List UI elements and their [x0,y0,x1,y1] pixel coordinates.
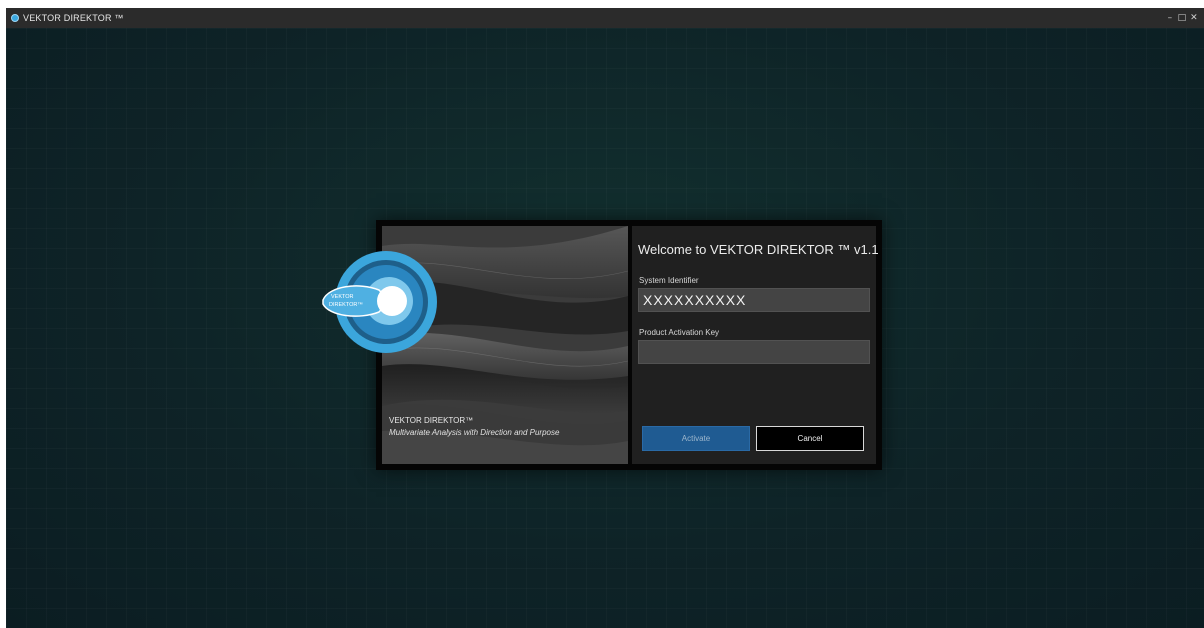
logo-text-line2: DIREKTOR™ [329,302,363,308]
splash-product-name: VEKTOR DIREKTOR™ [389,416,474,425]
window-title: VEKTOR DIREKTOR ™ [23,13,124,23]
product-logo: VEKTOR DIREKTOR™ [319,248,439,356]
logo-text-line1: VEKTOR [331,294,354,300]
activation-form: Welcome to VEKTOR DIREKTOR ™ v1.1 System… [632,226,879,464]
app-logo-icon [11,14,19,22]
activate-button[interactable]: Activate [642,426,750,451]
maximize-button[interactable]: □ [1176,8,1188,28]
cancel-button[interactable]: Cancel [756,426,864,451]
minimize-button[interactable]: – [1164,8,1176,28]
close-button[interactable]: ✕ [1188,8,1200,28]
activation-dialog: VEKTOR DIREKTOR™ Multivariate Analysis w… [376,220,882,470]
system-identifier-label: System Identifier [639,276,699,285]
activation-key-field[interactable] [638,340,870,364]
window-controls: – □ ✕ [1164,8,1200,28]
activation-key-label: Product Activation Key [639,328,720,337]
system-identifier-field[interactable] [638,288,870,312]
splash-tagline: Multivariate Analysis with Direction and… [389,428,560,437]
welcome-heading: Welcome to VEKTOR DIREKTOR ™ v1.1 [638,242,879,257]
title-bar[interactable]: VEKTOR DIREKTOR ™ – □ ✕ [6,8,1204,28]
